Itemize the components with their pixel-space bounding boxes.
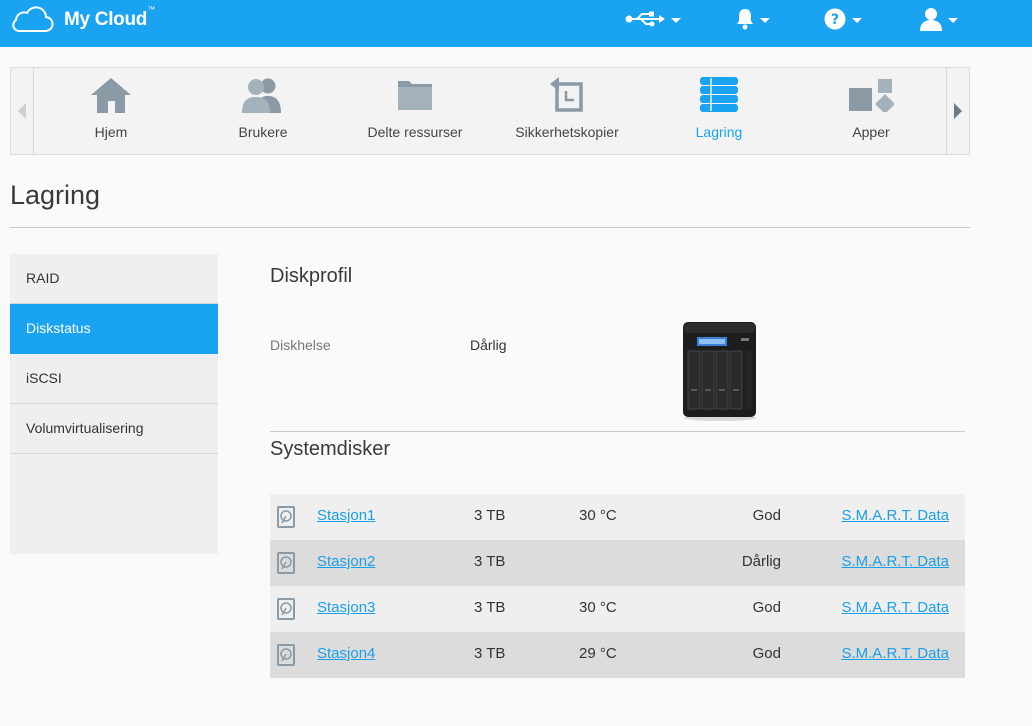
table-row: Stasjon4 3 TB 29 °C God S.M.A.R.T. Data <box>270 632 965 678</box>
system-disks-table: Stasjon1 3 TB 30 °C God S.M.A.R.T. Data … <box>270 494 965 678</box>
chevron-right-icon <box>954 103 962 119</box>
disk-temperature: 29 °C <box>579 645 617 662</box>
smart-data-link[interactable]: S.M.A.R.T. Data <box>841 599 949 616</box>
hard-drive-icon <box>277 552 295 574</box>
nav-item-brukere[interactable]: Brukere <box>187 68 339 154</box>
user-icon <box>920 8 942 31</box>
chevron-left-icon <box>18 103 26 119</box>
disk-health-status: God <box>752 507 781 524</box>
page-title: Lagring <box>10 180 101 210</box>
smart-data-link[interactable]: S.M.A.R.T. Data <box>841 645 949 662</box>
disk-size: 3 TB <box>474 599 506 616</box>
usb-icon <box>625 11 665 27</box>
svg-text:?: ? <box>831 12 839 28</box>
top-bar: My Cloud™ ? <box>0 0 1032 47</box>
disk-name-link[interactable]: Stasjon4 <box>317 645 375 662</box>
diskprofile-title: Diskprofil <box>270 265 353 287</box>
home-icon <box>91 78 131 113</box>
nav-label: Delte ressurser <box>367 124 463 140</box>
disk-size: 3 TB <box>474 645 506 662</box>
chevron-down-icon <box>948 17 958 23</box>
disk-name-link[interactable]: Stasjon2 <box>317 553 375 570</box>
disk-name-link[interactable]: Stasjon1 <box>317 507 375 524</box>
cloud-icon <box>12 6 54 33</box>
sidebar-item-volumvirtualisering[interactable]: Volumvirtualisering <box>10 404 218 454</box>
disk-health-value: Dårlig <box>470 337 507 353</box>
nav-scroll-right-button[interactable] <box>946 68 969 154</box>
divider <box>10 227 970 228</box>
storage-icon <box>700 77 738 112</box>
smart-data-link[interactable]: S.M.A.R.T. Data <box>841 507 949 524</box>
notifications-button[interactable] <box>736 6 770 32</box>
nav-label: Sikkerhetskopier <box>515 124 619 140</box>
users-icon <box>242 78 281 113</box>
chevron-down-icon <box>671 17 681 23</box>
nas-device-image <box>683 322 756 421</box>
smart-data-link[interactable]: S.M.A.R.T. Data <box>841 553 949 570</box>
disk-name-link[interactable]: Stasjon3 <box>317 599 375 616</box>
my-cloud-logo[interactable]: My Cloud™ <box>10 4 155 36</box>
help-icon: ? <box>824 8 846 30</box>
hard-drive-icon <box>277 598 295 620</box>
disk-health-status: God <box>752 645 781 662</box>
logo-text: My Cloud™ <box>64 5 155 30</box>
sidebar-item-diskstatus[interactable]: Diskstatus <box>10 304 218 354</box>
table-row: Stasjon2 3 TB Dårlig S.M.A.R.T. Data <box>270 540 965 586</box>
disk-temperature: 30 °C <box>579 507 617 524</box>
folder-icon <box>398 81 432 110</box>
table-row: Stasjon1 3 TB 30 °C God S.M.A.R.T. Data <box>270 494 965 540</box>
disk-health-status: God <box>752 599 781 616</box>
main-nav: Hjem Brukere Delte ressurser Sikkerhetsk… <box>10 67 970 155</box>
chevron-down-icon <box>760 17 770 23</box>
nav-scroll-left-button[interactable] <box>11 68 34 154</box>
nav-label: Apper <box>852 124 890 140</box>
user-menu-button[interactable] <box>920 6 958 32</box>
bell-icon <box>737 9 753 30</box>
table-row: Stasjon3 3 TB 30 °C God S.M.A.R.T. Data <box>270 586 965 632</box>
nav-label: Brukere <box>238 124 288 140</box>
nav-label: Lagring <box>695 124 743 140</box>
nav-item-apper[interactable]: Apper <box>795 68 947 154</box>
apps-icon <box>849 79 894 112</box>
disk-health-label: Diskhelse <box>270 337 331 353</box>
nav-item-lagring[interactable]: Lagring <box>643 68 795 154</box>
sidebar: RAID Diskstatus iSCSI Volumvirtualiserin… <box>10 254 218 554</box>
systemdisks-title: Systemdisker <box>270 438 391 460</box>
backup-icon <box>550 77 583 112</box>
chevron-down-icon <box>852 17 862 23</box>
sidebar-item-iscsi[interactable]: iSCSI <box>10 354 218 404</box>
sidebar-item-raid[interactable]: RAID <box>10 254 218 304</box>
nav-label: Hjem <box>94 124 128 140</box>
disk-temperature: 30 °C <box>579 599 617 616</box>
disk-size: 3 TB <box>474 553 506 570</box>
nav-item-delte-ressurser[interactable]: Delte ressurser <box>339 68 491 154</box>
help-button[interactable]: ? <box>824 6 862 32</box>
hard-drive-icon <box>277 644 295 666</box>
disk-health-status: Dårlig <box>741 553 781 570</box>
nav-item-sikkerhetskopier[interactable]: Sikkerhetskopier <box>491 68 643 154</box>
divider <box>270 431 965 432</box>
usb-menu-button[interactable] <box>625 6 681 32</box>
disk-size: 3 TB <box>474 507 506 524</box>
hard-drive-icon <box>277 506 295 528</box>
nav-item-hjem[interactable]: Hjem <box>35 68 187 154</box>
